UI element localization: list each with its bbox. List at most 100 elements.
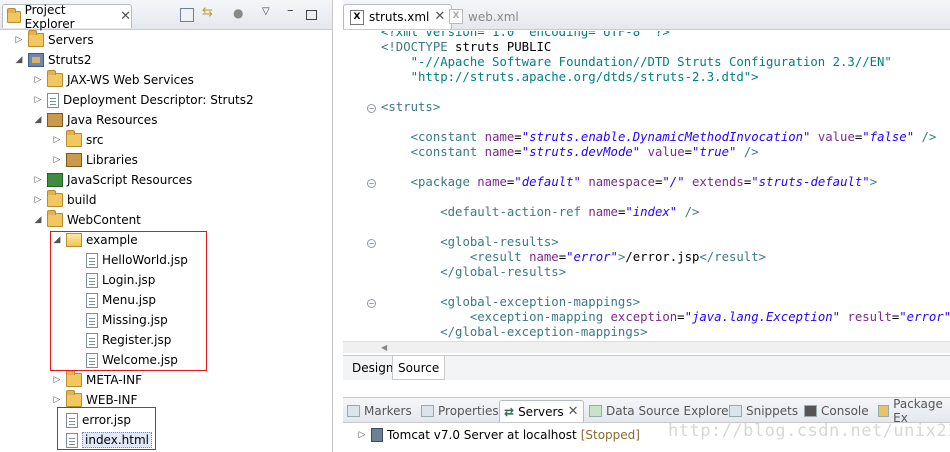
horizontal-scrollbar[interactable]: ◀ (343, 341, 950, 353)
webservices-icon (47, 70, 63, 87)
tree-item-label: JavaScript Resources (67, 173, 193, 187)
tomcat-server-icon (371, 428, 383, 442)
fold-toggle-icon[interactable]: − (367, 179, 376, 188)
code-line: <result name="error">/error.jsp</result> (469, 250, 767, 264)
tree-item[interactable]: ▷ Libraries (52, 150, 138, 170)
tree-item[interactable]: ▷ JAX-WS Web Services (33, 70, 194, 90)
expand-arrow-icon[interactable]: ▷ (52, 155, 62, 165)
tree-item-label: Struts2 (48, 53, 92, 67)
tab-data-source-explorer[interactable]: Data Source Explorer (589, 400, 733, 422)
expand-arrow-icon[interactable]: ▷ (357, 430, 367, 440)
tree-item-label: Servers (48, 33, 94, 47)
chevron-down-icon[interactable]: ▽ (262, 6, 276, 20)
console-icon (804, 405, 817, 417)
server-row[interactable]: ▷ Tomcat v7.0 Server at localhost [Stopp… (357, 425, 640, 445)
maximize-icon[interactable] (306, 10, 317, 20)
tree-item[interactable]: ▷ JavaScript Resources (33, 170, 192, 190)
folder-icon (28, 30, 44, 47)
javascript-icon (47, 173, 63, 187)
code-line: <default-action-ref name="index" /> (440, 205, 700, 219)
code-line: <struts> (381, 100, 441, 114)
tab-struts-xml[interactable]: X struts.xml ✕ (343, 4, 453, 29)
tab-markers[interactable]: Markers (347, 400, 412, 422)
expand-arrow-icon[interactable]: ▷ (33, 175, 43, 185)
package-folder-icon (66, 130, 82, 147)
folder-icon (66, 370, 82, 387)
tree-item[interactable]: ▷ Deployment Descriptor: Struts2 (33, 90, 254, 110)
tab-label: Console (821, 404, 869, 418)
tree-item[interactable]: ◢ Struts2 (14, 50, 91, 70)
link-with-editor-icon[interactable]: ⇆ (202, 5, 216, 20)
markers-icon (347, 405, 360, 417)
close-icon[interactable]: ✕ (568, 405, 579, 418)
servers-icon: ⇄ (504, 404, 515, 419)
library-icon (66, 153, 82, 167)
code-line: <exception-mapping exception="java.lang.… (469, 310, 950, 324)
descriptor-icon (47, 92, 59, 108)
tab-servers[interactable]: ⇄ Servers ✕ (499, 400, 584, 422)
code-line: <package name="default" namespace="/" ex… (410, 175, 878, 189)
folder-icon (47, 190, 63, 207)
data-source-icon (589, 405, 602, 417)
tree-item[interactable]: ◢ Java Resources (33, 110, 157, 130)
expand-arrow-icon[interactable]: ▷ (14, 35, 24, 45)
fold-toggle-icon[interactable]: − (367, 239, 376, 248)
tree-item-label: Java Resources (67, 113, 158, 127)
tree-item[interactable]: ▷ build (33, 190, 97, 210)
scroll-left-icon[interactable]: ◀ (381, 343, 387, 352)
servers-view-tabs: Markers Properties ⇄ Servers ✕ Data Source… (343, 397, 950, 425)
tree-item-label: build (67, 193, 97, 207)
highlight-box-root-files (57, 407, 156, 450)
collapse-arrow-icon[interactable]: ◢ (33, 215, 43, 225)
tree-item[interactable]: ◢ WebContent (33, 210, 141, 230)
minimize-icon[interactable]: – (287, 3, 301, 18)
project-explorer-title: Project Explorer (24, 2, 75, 31)
code-line: <?xml version="1.0" encoding="UTF-8" ?> (381, 31, 670, 39)
tab-label: Markers (364, 404, 412, 418)
tab-label: Snippets (746, 404, 799, 418)
project-explorer-panel: Project Explorer ✕ ⇆ ● ▽ – ▷ Servers ◢ Stru… (0, 0, 333, 452)
java-resources-icon (47, 113, 63, 127)
expand-arrow-icon[interactable]: ▷ (33, 95, 43, 105)
code-editor[interactable]: <?xml version="1.0" encoding="UTF-8" ?> <… (343, 31, 950, 341)
fold-toggle-icon[interactable]: − (367, 299, 376, 308)
tab-design[interactable]: Design (347, 356, 398, 380)
view-menu-icon[interactable]: ● (233, 6, 247, 20)
tree-item[interactable]: ▷ Servers (14, 30, 94, 50)
close-icon[interactable]: ✕ (120, 10, 131, 23)
tab-package-explorer[interactable]: Package Ex (878, 397, 950, 425)
server-name: Tomcat v7.0 Server at localhost (387, 428, 577, 442)
tree-item[interactable]: ▷ META-INF (52, 370, 142, 390)
code-line: </global-results> (440, 265, 567, 279)
tree-item-label: Libraries (86, 153, 138, 167)
tab-console[interactable]: Console (804, 400, 869, 422)
xml-file-icon: X (449, 9, 463, 24)
properties-icon (421, 405, 434, 417)
collapse-arrow-icon[interactable]: ◢ (14, 55, 24, 65)
expand-arrow-icon[interactable]: ▷ (33, 195, 43, 205)
collapse-all-icon[interactable] (180, 8, 194, 22)
xml-file-icon: X (350, 9, 364, 25)
expand-arrow-icon[interactable]: ▷ (52, 135, 62, 145)
expand-arrow-icon[interactable]: ▷ (33, 75, 43, 85)
tree-item[interactable]: ▷ src (52, 130, 104, 150)
tab-web-xml[interactable]: X web.xml (443, 4, 525, 29)
expand-arrow-icon[interactable]: ▷ (52, 375, 62, 385)
tab-snippets[interactable]: Snippets (729, 400, 798, 422)
watermark-text: http://blog.csdn.net/unix21 (668, 421, 950, 441)
tab-label: struts.xml (369, 10, 430, 24)
tab-source[interactable]: Source (392, 356, 446, 380)
snippets-icon (729, 405, 742, 417)
folder-icon (47, 210, 63, 227)
editor-mode-tabs: Design Source (343, 355, 950, 380)
collapse-arrow-icon[interactable]: ◢ (33, 115, 43, 125)
project-explorer-tab[interactable]: Project Explorer ✕ (2, 2, 132, 31)
tab-properties[interactable]: Properties (421, 400, 499, 422)
code-line: <global-results> (440, 235, 559, 249)
expand-arrow-icon[interactable]: ▷ (52, 395, 62, 405)
fold-toggle-icon[interactable]: − (367, 104, 376, 113)
code-line: <constant name="struts.devMode" value="t… (410, 145, 759, 159)
editor-tab-bar: X struts.xml ✕ X web.xml (343, 0, 950, 30)
project-explorer-header: Project Explorer ✕ ⇆ ● ▽ – (0, 0, 332, 31)
tab-label: web.xml (468, 9, 519, 24)
